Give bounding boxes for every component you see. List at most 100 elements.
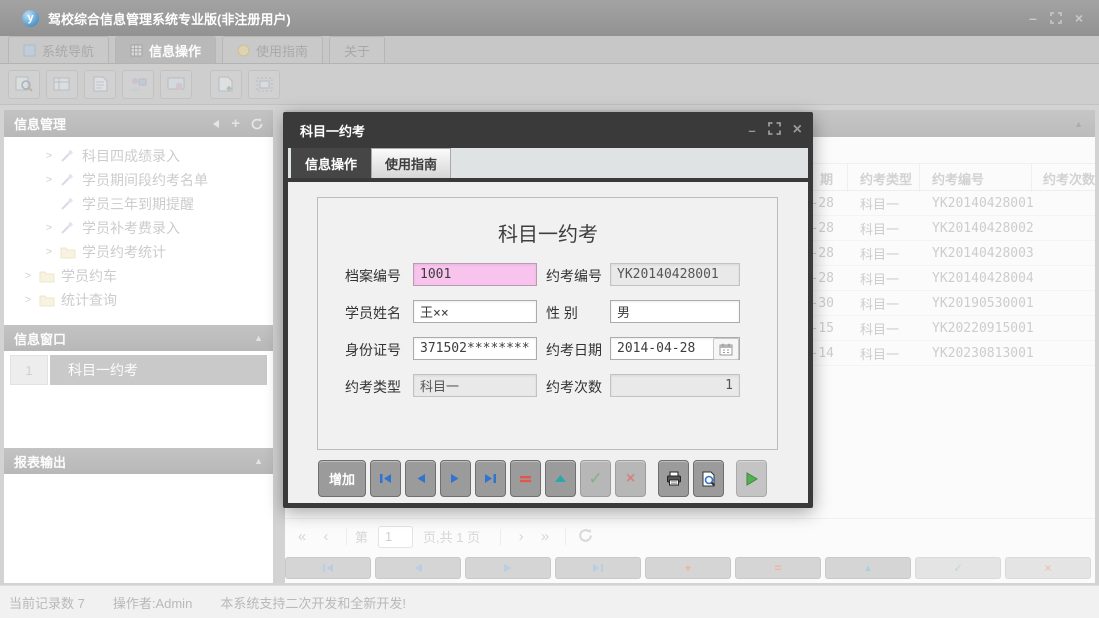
id-number-input[interactable] <box>413 337 537 360</box>
export-icon[interactable] <box>210 69 242 99</box>
tab-info-operation[interactable]: 信息操作 <box>115 36 217 63</box>
tree-item[interactable]: > 统计查询 <box>4 288 273 312</box>
search-icon[interactable] <box>8 69 40 99</box>
close-icon[interactable]: × <box>1075 11 1083 25</box>
dialog-minimize-icon[interactable]: – <box>748 123 755 138</box>
page-last-button[interactable]: » <box>533 528 557 545</box>
chevron-right-icon[interactable]: > <box>43 222 55 234</box>
minimize-icon[interactable]: – <box>1029 11 1037 25</box>
collapse-up-icon[interactable]: ▲ <box>254 456 263 466</box>
users-icon[interactable] <box>122 69 154 99</box>
first-icon <box>323 564 333 572</box>
tab-user-guide[interactable]: 使用指南 <box>222 36 324 63</box>
last-record-button[interactable] <box>475 460 506 497</box>
chevron-right-icon[interactable]: > <box>43 246 55 258</box>
page-number-input[interactable] <box>378 525 414 548</box>
frame-icon[interactable] <box>248 69 280 99</box>
main-tabbar: 系统导航 信息操作 使用指南 关于 <box>0 36 1099 64</box>
appointment-count-input[interactable] <box>610 374 740 397</box>
chevron-right-icon[interactable]: > <box>22 270 34 282</box>
wand-icon <box>60 173 77 187</box>
archive-no-label: 档案编号 <box>345 268 401 284</box>
add-panel-icon[interactable]: + <box>231 115 240 132</box>
column-header-count[interactable]: 约考次数 <box>1032 164 1095 192</box>
list-item[interactable]: 1 科目一约考 <box>10 355 267 385</box>
confirm-button[interactable]: ✓ <box>580 460 611 497</box>
add-button[interactable]: 增加 <box>318 460 366 497</box>
tab-system-nav[interactable]: 系统导航 <box>8 36 110 63</box>
info-window-panel-header[interactable]: 信息窗口 ▲ <box>4 325 273 351</box>
document-icon[interactable] <box>84 69 116 99</box>
grid-next-button[interactable] <box>465 557 551 579</box>
first-record-button[interactable] <box>370 460 401 497</box>
page-next-button[interactable]: › <box>509 528 533 545</box>
next-record-button[interactable] <box>440 460 471 497</box>
status-bar: 当前记录数 7 操作者:Admin 本系统支持二次开发和全新开发! <box>0 585 1099 618</box>
grid-delete-button[interactable]: = <box>735 557 821 579</box>
page-first-button[interactable]: « <box>290 528 314 545</box>
appointment-type-label: 约考类型 <box>345 379 401 395</box>
tree-item[interactable]: > 学员补考费录入 <box>4 216 273 240</box>
page-label-suffix: 页,共 1 页 <box>423 530 481 545</box>
appointment-no-input[interactable] <box>610 263 740 286</box>
equals-icon: = <box>774 561 782 575</box>
calendar-icon[interactable] <box>713 338 739 360</box>
print-button[interactable] <box>658 460 689 497</box>
gender-input[interactable] <box>610 300 740 323</box>
monitor-icon[interactable] <box>160 69 192 99</box>
chevron-right-icon[interactable]: > <box>22 294 34 306</box>
delete-record-button[interactable] <box>510 460 541 497</box>
prev-record-button[interactable] <box>405 460 436 497</box>
restore-icon[interactable] <box>1050 12 1062 24</box>
next-icon <box>504 564 511 572</box>
dialog-tab-user-guide[interactable]: 使用指南 <box>371 148 451 178</box>
dialog-close-icon[interactable]: × <box>793 121 802 139</box>
grid-prev-button[interactable] <box>375 557 461 579</box>
tab-about[interactable]: 关于 <box>329 36 386 63</box>
student-name-input[interactable] <box>413 300 537 323</box>
refresh-icon[interactable] <box>578 528 593 546</box>
application-window: y 驾校综合信息管理系统专业版(非注册用户) – × 系统导航 信息操作 使用指… <box>0 0 1099 618</box>
chevron-right-icon[interactable]: > <box>43 150 55 162</box>
refresh-panel-icon[interactable] <box>251 117 263 130</box>
grid-confirm-button[interactable]: ✓ <box>915 557 1001 579</box>
preview-button[interactable] <box>693 460 724 497</box>
chevron-right-icon[interactable]: > <box>43 174 55 186</box>
column-header-type[interactable]: 约考类型 <box>848 164 920 192</box>
grid-cancel-button[interactable]: × <box>1005 557 1091 579</box>
page-prev-button[interactable]: ‹ <box>314 528 338 545</box>
dialog-maximize-icon[interactable] <box>767 122 781 138</box>
first-icon <box>380 474 391 483</box>
appointment-no-label: 约考编号 <box>546 268 602 284</box>
tree-item[interactable]: > 科目四成绩录入 <box>4 144 273 168</box>
tree-item[interactable]: > 学员约考统计 <box>4 240 273 264</box>
archive-no-input[interactable] <box>413 263 537 286</box>
execute-button[interactable] <box>736 460 767 497</box>
cancel-button[interactable]: × <box>615 460 646 497</box>
collapse-left-icon[interactable] <box>212 119 220 129</box>
info-manage-panel-header[interactable]: 信息管理 + <box>4 110 273 137</box>
form-title: 科目一约考 <box>498 224 598 246</box>
dialog-button-bar: 增加 ✓ × <box>318 460 767 497</box>
grid-edit-button[interactable]: ▲ <box>825 557 911 579</box>
collapse-up-icon[interactable]: ▲ <box>254 333 263 343</box>
collapse-up-icon[interactable]: ▲ <box>1074 119 1083 129</box>
folder-icon <box>60 246 77 259</box>
tree-item[interactable]: 学员三年到期提醒 <box>4 192 273 216</box>
grid-add-button[interactable]: + <box>645 557 731 579</box>
grid-first-button[interactable] <box>285 557 371 579</box>
report-output-panel-header[interactable]: 报表输出 ▲ <box>4 448 273 474</box>
tree-item[interactable]: > 学员约车 <box>4 264 273 288</box>
info-manage-tree: > 科目四成绩录入 > 学员期间段约考名单 学员三年到期提醒 > 学员补考费录入… <box>4 137 273 325</box>
column-header-code[interactable]: 约考编号 <box>920 164 1032 192</box>
appointment-type-input[interactable] <box>413 374 537 397</box>
edit-record-button[interactable] <box>545 460 576 497</box>
table-icon[interactable] <box>46 69 78 99</box>
info-window-list: 1 科目一约考 <box>4 351 273 448</box>
dialog-tab-info-operation[interactable]: 信息操作 <box>291 148 371 178</box>
up-triangle-icon: ▲ <box>863 563 873 573</box>
window-titlebar: y 驾校综合信息管理系统专业版(非注册用户) – × <box>0 0 1099 36</box>
grid-last-button[interactable] <box>555 557 641 579</box>
navigation-icon <box>23 44 36 56</box>
tree-item[interactable]: > 学员期间段约考名单 <box>4 168 273 192</box>
